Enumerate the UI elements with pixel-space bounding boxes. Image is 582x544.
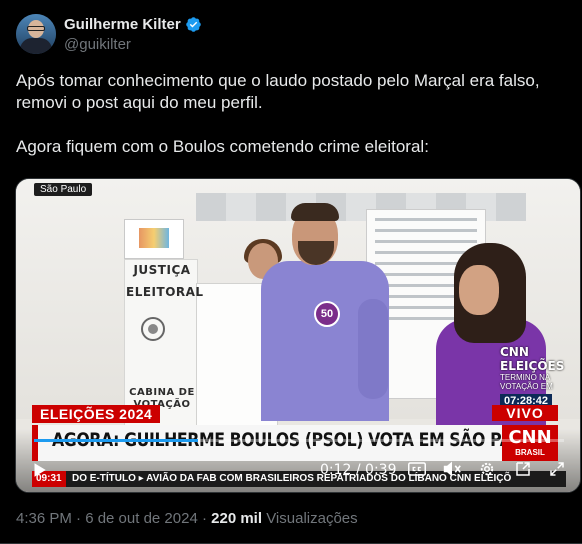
bug-sub: VOTAÇÃO EM: [500, 382, 553, 391]
tweet-paragraph: Agora fiquem com o Boulos cometendo crim…: [16, 137, 429, 156]
tweet-text: Após tomar conhecimento que o laudo post…: [16, 70, 566, 158]
captions-icon[interactable]: [408, 462, 426, 476]
picture-in-picture-icon[interactable]: [514, 460, 532, 478]
tweet-header: Guilherme Kilter @guikilter: [16, 14, 566, 58]
views-count: 220 mil: [211, 510, 263, 527]
play-icon[interactable]: [30, 461, 48, 479]
headline-bar: AGORA: GUILHERME BOULOS (PSOL) VOTA EM S…: [32, 425, 546, 461]
avatar[interactable]: [16, 14, 56, 54]
cnn-logo: CNN BRASIL: [502, 425, 558, 461]
video-player[interactable]: JUSTIÇA ELEITORAL CABINA DE VOTAÇÃO 50 S…: [15, 178, 581, 493]
tweet-paragraph: Após tomar conhecimento que o laudo post…: [16, 71, 540, 112]
mute-icon[interactable]: [442, 460, 462, 478]
campaign-badge: 50: [314, 301, 340, 327]
bug-sub: TERMINO NA: [500, 373, 551, 382]
booth-text: ELEITORAL: [126, 285, 204, 299]
booth-text: JUSTIÇA: [133, 263, 191, 277]
booth-text: CABINA DE: [129, 387, 195, 398]
elections-label: ELEIÇÕES 2024: [32, 405, 161, 423]
cnn-election-bug: CNN ELEIÇÕES TERMINO NA VOTAÇÃO EM 07:28…: [500, 345, 565, 409]
verified-badge-icon: [185, 17, 201, 32]
live-label: VIVO: [492, 405, 558, 421]
settings-gear-icon[interactable]: [478, 460, 496, 478]
author-name-row[interactable]: Guilherme Kilter: [64, 16, 202, 33]
tweet-meta: 4:36 PM · 6 de out de 2024 · 220 mil Vis…: [16, 510, 358, 527]
views-label: Visualizações: [266, 510, 358, 527]
bug-logo: CNN ELEIÇÕES: [500, 345, 565, 373]
author-handle[interactable]: @guikilter: [64, 36, 131, 53]
progress-fill: [34, 439, 199, 442]
timestamp[interactable]: 4:36 PM · 6 de out de 2024 ·: [16, 510, 207, 527]
seal-icon: [141, 317, 165, 341]
author-name[interactable]: Guilherme Kilter: [64, 16, 181, 33]
progress-bar[interactable]: [34, 439, 564, 442]
time-display: 0:12 / 0:39: [320, 462, 397, 478]
location-tag: São Paulo: [34, 183, 93, 196]
fullscreen-icon[interactable]: [548, 460, 566, 478]
